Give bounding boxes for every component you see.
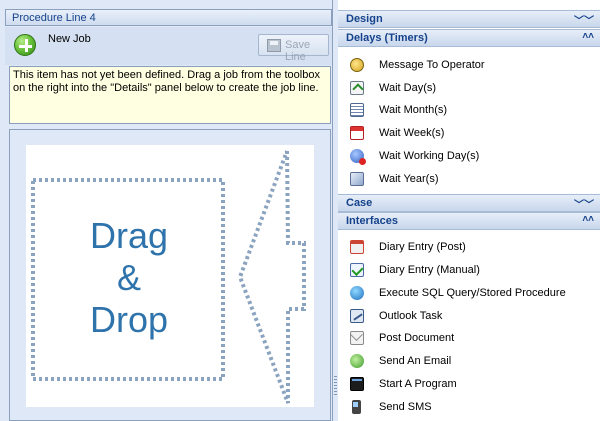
toolbox-item-diary-entry-manual[interactable]: Diary Entry (Manual) [338,260,600,282]
info-message: This item has not yet been defined. Drag… [9,66,331,124]
new-job-label[interactable]: New Job [48,33,91,45]
item-label: Wait Week(s) [379,127,445,139]
toolbox-item-start-program[interactable]: Start A Program [338,374,600,396]
item-label: Start A Program [379,378,457,390]
calendar-year-icon [350,172,364,186]
group-header-delays[interactable]: Delays (Timers) ˄˄ [338,29,600,47]
toolbox-item-wait-working-days[interactable]: Wait Working Day(s) [338,146,600,168]
group-header-interfaces[interactable]: Interfaces ˄˄ [338,212,600,230]
sms-icon [352,400,361,414]
toolbox: Design ﹀﹀ Delays (Timers) ˄˄ Message To … [338,0,600,421]
expanded-double-chevron-icon[interactable]: ˄˄ [582,214,594,225]
item-label: Send An Email [379,355,452,367]
calendar-week-icon [350,126,364,140]
item-label: Wait Year(s) [379,173,439,185]
add-icon[interactable] [14,34,36,56]
toolbox-item-diary-entry-post[interactable]: Diary Entry (Post) [338,237,600,259]
group-title: Design [346,13,383,25]
toolbox-item-execute-sql[interactable]: Execute SQL Query/Stored Procedure [338,283,600,305]
working-day-icon [350,149,366,165]
toolbox-item-send-email[interactable]: Send An Email [338,351,600,373]
save-line-button[interactable]: Save Line [258,34,329,63]
item-label: Execute SQL Query/Stored Procedure [379,287,566,299]
group-header-design[interactable]: Design ﹀﹀ [338,10,600,28]
calendar-month-icon [350,103,364,117]
drag-drop-label: Drag & Drop [36,215,222,341]
expanded-double-chevron-icon[interactable]: ˄˄ [582,31,594,42]
panel-title: Procedure Line 4 [5,9,332,26]
outlook-task-icon [350,309,364,323]
toolbox-item-post-document[interactable]: Post Document [338,328,600,350]
toolbox-item-outlook-task[interactable]: Outlook Task [338,306,600,328]
item-label: Wait Day(s) [379,82,437,94]
toolbox-item-wait-days[interactable]: Wait Day(s) [338,78,600,100]
toolbox-item-wait-weeks[interactable]: Wait Week(s) [338,123,600,145]
calendar-day-icon [350,81,364,95]
item-label: Wait Month(s) [379,104,448,116]
job-toolbar: New Job Save Line [5,27,332,65]
collapsed-double-chevron-icon[interactable]: ﹀﹀ [574,12,594,27]
program-icon [350,377,364,391]
diary-manual-icon [350,263,364,277]
email-icon [350,354,364,368]
splitter-grip-icon[interactable] [334,376,337,396]
group-header-case[interactable]: Case ﹀﹀ [338,194,600,212]
item-label: Message To Operator [379,59,485,71]
save-line-label: Save Line [285,39,311,63]
post-document-icon [350,331,364,345]
item-label: Outlook Task [379,310,443,322]
group-title: Case [346,197,373,209]
sql-icon [350,286,364,300]
group-title: Interfaces [346,215,398,227]
operator-icon [350,58,364,72]
item-label: Post Document [379,332,455,344]
save-disk-icon [267,39,281,52]
item-label: Wait Working Day(s) [379,150,480,162]
drag-drop-line-1: Drag [89,215,169,256]
item-label: Diary Entry (Post) [379,241,466,253]
toolbox-item-wait-years[interactable]: Wait Year(s) [338,169,600,191]
drag-drop-zone[interactable]: Drag & Drop [26,145,314,407]
drag-drop-line-3: Drop [89,299,169,340]
drag-drop-line-2: & [116,257,141,298]
toolbox-item-wait-months[interactable]: Wait Month(s) [338,100,600,122]
group-title: Delays (Timers) [346,32,428,44]
toolbox-item-message-to-operator[interactable]: Message To Operator [338,55,600,77]
diary-post-icon [350,240,364,254]
left-arrow-icon [237,150,306,404]
collapsed-double-chevron-icon[interactable]: ﹀﹀ [574,196,594,211]
item-label: Send SMS [379,401,432,413]
toolbox-item-send-sms[interactable]: Send SMS [338,397,600,419]
item-label: Diary Entry (Manual) [379,264,480,276]
